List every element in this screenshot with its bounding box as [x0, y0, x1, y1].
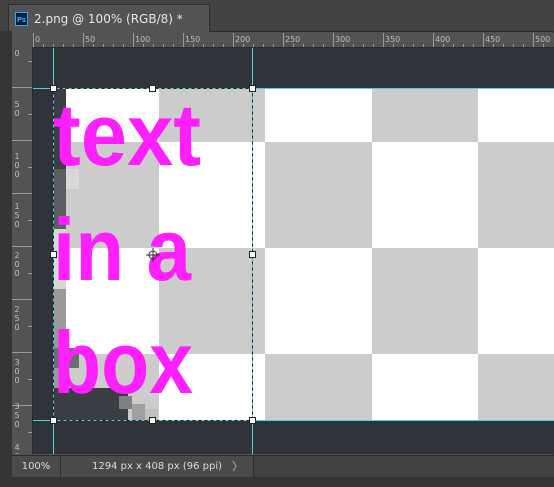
- v-ruler-label: 40: [14, 443, 20, 454]
- transform-handle[interactable]: [50, 85, 57, 92]
- v-ruler-label: 300: [14, 358, 20, 385]
- text-line-2: in a: [53, 200, 192, 299]
- text-line-1: text: [53, 85, 201, 184]
- h-ruler-label: 350: [385, 35, 400, 44]
- v-ruler-label: 100: [14, 152, 20, 179]
- text-layer-content[interactable]: text in a box: [53, 85, 201, 412]
- ps-icon: Ps: [15, 12, 28, 26]
- h-ruler-label: 150: [185, 35, 200, 44]
- text-line-3: box: [53, 313, 193, 412]
- transform-handle[interactable]: [149, 417, 156, 424]
- canvas-graphic: text in a box: [33, 48, 554, 454]
- v-ruler-label: 250: [14, 305, 20, 332]
- h-ruler-label: 250: [285, 35, 300, 44]
- h-ruler-label: 50: [85, 35, 95, 44]
- zoom-level-field[interactable]: 100%: [12, 456, 61, 478]
- horizontal-ruler[interactable]: 0 50 100 150 200 250 300 350 400 450 500: [32, 33, 554, 48]
- h-ruler-label: 0: [35, 35, 40, 44]
- document-info[interactable]: 1294 px x 408 px (96 ppi): [61, 456, 254, 478]
- document-title: 2.png @ 100% (RGB/8) *: [34, 12, 183, 26]
- transform-handle[interactable]: [249, 417, 256, 424]
- v-ruler-label: 0: [14, 49, 20, 58]
- h-ruler-label: 300: [335, 35, 350, 44]
- v-ruler-label: 350: [14, 402, 20, 429]
- transform-handle[interactable]: [50, 417, 57, 424]
- h-ruler-label: 100: [135, 35, 150, 44]
- h-ruler-label: 500: [535, 35, 550, 44]
- document-tab[interactable]: Ps 2.png @ 100% (RGB/8) *: [8, 4, 210, 32]
- v-ruler-label: 150: [14, 202, 20, 229]
- transform-handle[interactable]: [249, 251, 256, 258]
- ruler-origin-corner[interactable]: [12, 33, 33, 48]
- transform-handle[interactable]: [50, 251, 57, 258]
- horizontal-ruler-graphic: 0 50 100 150 200 250 300 350 400 450 500: [33, 33, 550, 47]
- transform-handle[interactable]: [149, 85, 156, 92]
- status-bar: 100% 1294 px x 408 px (96 ppi) 〉: [12, 455, 554, 478]
- left-panel-edge: [0, 31, 12, 487]
- h-ruler-label: 450: [485, 35, 500, 44]
- v-ruler-label: 50: [14, 100, 20, 118]
- status-menu-chevron-icon[interactable]: 〉: [232, 456, 243, 478]
- v-ruler-label: 200: [14, 251, 20, 278]
- transform-handle[interactable]: [249, 85, 256, 92]
- h-ruler-label: 200: [235, 35, 250, 44]
- document-tab-bar: Ps 2.png @ 100% (RGB/8) *: [0, 0, 554, 32]
- vertical-ruler[interactable]: 0 50 100 150 200 250 300 350 40: [12, 47, 33, 454]
- canvas-area[interactable]: text in a box: [33, 48, 554, 454]
- bottom-panel-edge: [12, 477, 554, 487]
- h-ruler-label: 400: [435, 35, 450, 44]
